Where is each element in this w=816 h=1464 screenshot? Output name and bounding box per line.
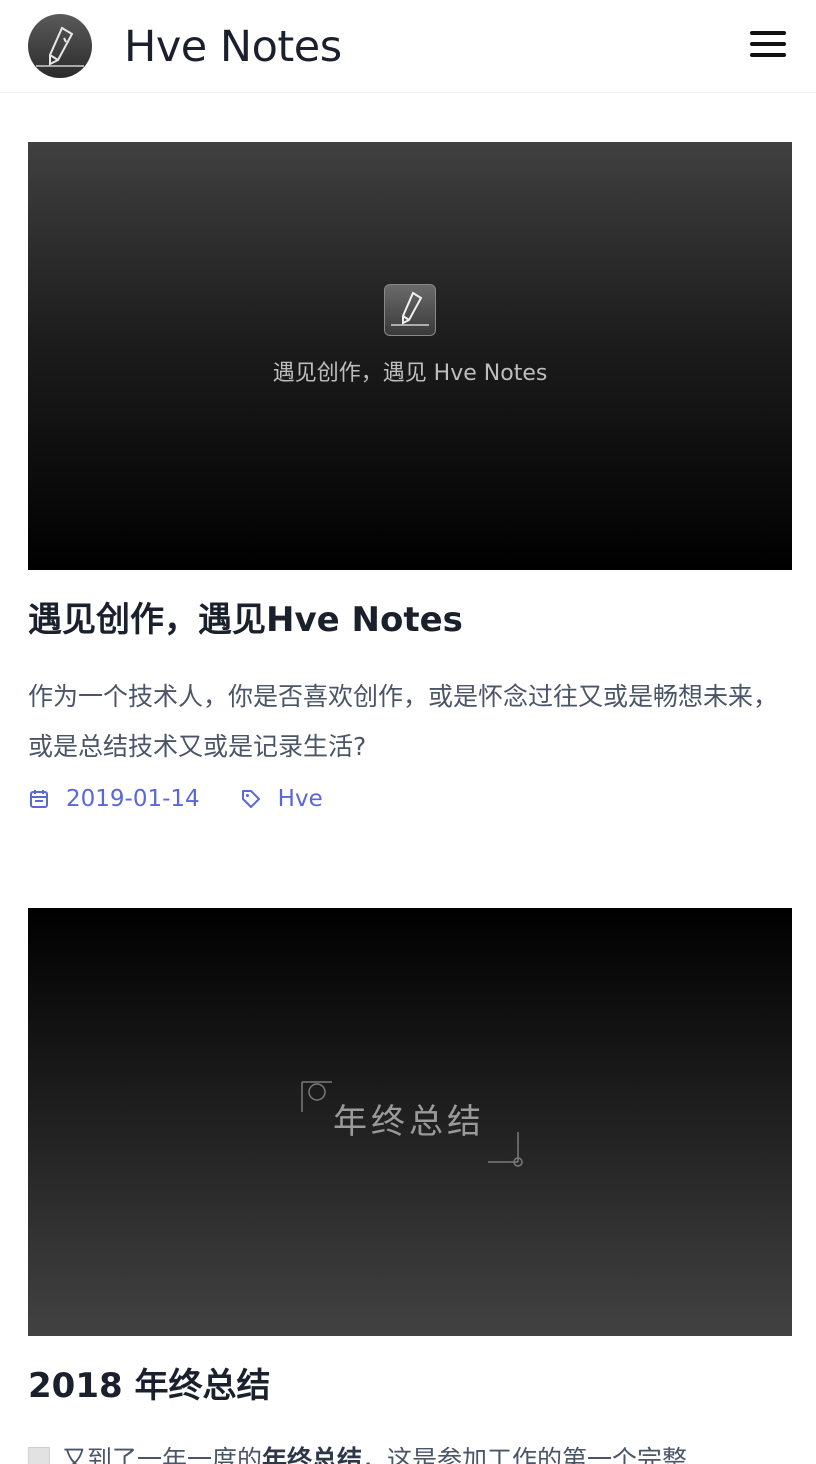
- post-card: 遇见创作，遇见 Hve Notes 遇见创作，遇见Hve Notes 作为一个技…: [28, 142, 792, 812]
- cover-caption: 遇见创作，遇见 Hve Notes: [272, 361, 548, 386]
- pen-logo-icon: [384, 284, 436, 336]
- post-tag-text[interactable]: Hve: [278, 786, 323, 812]
- post-meta: 2019-01-14 Hve: [28, 782, 323, 816]
- note-icon: [28, 1447, 50, 1464]
- post-abstract: 作为一个技术人，你是否喜欢创作，或是怀念过往又或是畅想未来，或是总结技术又或是记…: [28, 682, 779, 761]
- excerpt-text: 又到了一年一度的: [62, 1445, 263, 1464]
- tag-icon: [241, 790, 260, 808]
- pen-logo-icon[interactable]: [28, 14, 92, 78]
- calendar-icon: [30, 790, 48, 808]
- post-title[interactable]: 2018 年终总结: [28, 1364, 792, 1408]
- post-title[interactable]: 遇见创作，遇见Hve Notes: [28, 598, 792, 642]
- post-card: 年终总结 2018 年终总结 又到了一年一度的年终总结，这是参加工作的第一个完整: [28, 908, 792, 1464]
- site-header: Hve Notes: [0, 0, 816, 93]
- post-date-text: 2019-01-14: [66, 786, 200, 812]
- post-cover-image[interactable]: 年终总结: [28, 908, 792, 1336]
- hamburger-menu-icon[interactable]: [744, 26, 790, 66]
- post-date: 2019-01-14: [28, 786, 200, 812]
- post-tag[interactable]: Hve: [240, 786, 323, 812]
- excerpt-text: ，这是参加工作的第一个完整: [362, 1445, 688, 1464]
- cover-caption: 年终总结: [333, 1102, 485, 1142]
- post-cover-image[interactable]: 遇见创作，遇见 Hve Notes: [28, 142, 792, 570]
- excerpt-bold: 年终总结: [262, 1445, 363, 1464]
- site-title[interactable]: Hve Notes: [124, 20, 342, 74]
- post-abstract: 又到了一年一度的年终总结，这是参加工作的第一个完整: [28, 1440, 816, 1464]
